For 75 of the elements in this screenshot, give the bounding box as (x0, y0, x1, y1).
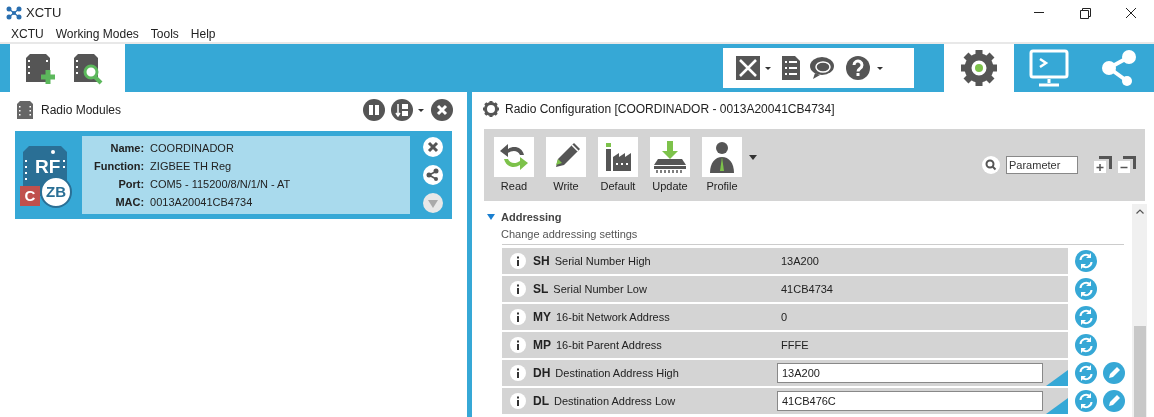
menu-item[interactable]: Working Modes (55, 24, 139, 43)
expand-all-icon[interactable] (1094, 156, 1112, 174)
parameter-code: MY (533, 309, 551, 326)
section-description: Change addressing settings (501, 226, 638, 242)
field-label: MAC: (114, 195, 145, 210)
parameter-name: 16-bit Network Address (556, 309, 670, 325)
parameter-code: SH (533, 253, 550, 270)
refresh-icon[interactable] (1075, 306, 1097, 328)
protocol-badge: ZB (40, 176, 72, 208)
refresh-icon[interactable] (1075, 250, 1097, 272)
info-icon[interactable] (510, 393, 526, 409)
value-input[interactable]: 13A200 (777, 363, 1043, 383)
collapse-all-icon[interactable] (1118, 156, 1136, 174)
field-value: COM5 - 115200/8/N/1/N - AT (150, 177, 292, 192)
module-icon (17, 101, 33, 119)
search-field[interactable]: Parameter (1006, 156, 1078, 174)
info-icon[interactable] (510, 281, 526, 297)
parameter-code: DL (533, 393, 549, 410)
monitor-icon (1028, 49, 1070, 87)
module-card[interactable]: RF C ZB Name: COORDINADOR Function: ZIGBEE TH Reg Port: COM5 - 115200/8/N/1/N - AT MAC: 0013A20041CB4734 (15, 131, 452, 219)
refresh-icon[interactable] (1075, 362, 1097, 384)
scroll-up-icon[interactable] (1135, 209, 1144, 214)
field-label: Function: (94, 159, 145, 174)
parameter-code: DH (533, 365, 551, 382)
menu-item[interactable]: Help (190, 24, 216, 43)
parameter-code: MP (533, 337, 551, 354)
parameter-value: 41CB4734 (781, 281, 833, 297)
role-badge: C (20, 186, 40, 206)
window-title: XCTU (26, 3, 62, 22)
field-label: Port: (117, 177, 145, 192)
gear-icon (959, 48, 999, 88)
info-icon[interactable] (510, 309, 526, 325)
expand-arrow-icon[interactable] (487, 214, 495, 221)
write-icon[interactable] (1103, 362, 1125, 384)
parameter-value: FFFE (781, 337, 809, 353)
menu-item[interactable]: Tools (150, 24, 179, 43)
app-logo-icon (6, 5, 22, 20)
close-icon[interactable] (431, 99, 453, 121)
refresh-icon[interactable] (1075, 278, 1097, 300)
refresh-icon[interactable] (1075, 334, 1097, 356)
gear-icon (483, 101, 499, 117)
parameter-value: 13A200 (781, 253, 819, 269)
panel-title: Radio Modules (41, 102, 122, 119)
field-value: COORDINADOR (150, 141, 235, 156)
chat-icon[interactable] (809, 55, 837, 81)
scrollbar[interactable] (1132, 204, 1147, 417)
parameter-name: Destination Address Low (554, 393, 676, 409)
sort-icon[interactable] (391, 99, 425, 121)
help-icon[interactable] (845, 55, 885, 81)
mode-tab[interactable] (944, 44, 1014, 92)
info-icon[interactable] (510, 337, 526, 353)
parameter-name: Destination Address High (555, 365, 679, 381)
close-icon[interactable] (423, 137, 443, 157)
search-icon (982, 156, 1000, 174)
network-icon (1099, 49, 1139, 87)
chip-label: RF (35, 157, 61, 176)
field-value: 0013A20041CB4734 (150, 195, 254, 210)
caret-icon[interactable] (749, 155, 757, 160)
info-icon[interactable] (510, 365, 526, 381)
value-input[interactable]: 41CB476C (777, 391, 1043, 411)
parameter-name: Serial Number High (554, 253, 651, 269)
list-icon[interactable] (781, 55, 801, 81)
field-label: Name: (109, 141, 145, 156)
field-value: ZIGBEE TH Reg (150, 159, 233, 174)
parameter-value: 0 (781, 309, 788, 325)
parameter-name: Serial Number Low (553, 281, 647, 297)
parameter-name: 16-bit Parent Address (556, 337, 662, 353)
refresh-icon[interactable] (1075, 390, 1097, 412)
parameter-code: SL (533, 281, 549, 298)
write-icon[interactable] (1103, 390, 1125, 412)
info-icon[interactable] (510, 253, 526, 269)
panel-title: Radio Configuration [COORDINADOR - 0013A20041CB4734] (505, 101, 835, 118)
menu-item[interactable]: XCTU (11, 24, 44, 43)
network-icon[interactable] (423, 165, 443, 185)
section-title: Addressing (501, 210, 562, 225)
